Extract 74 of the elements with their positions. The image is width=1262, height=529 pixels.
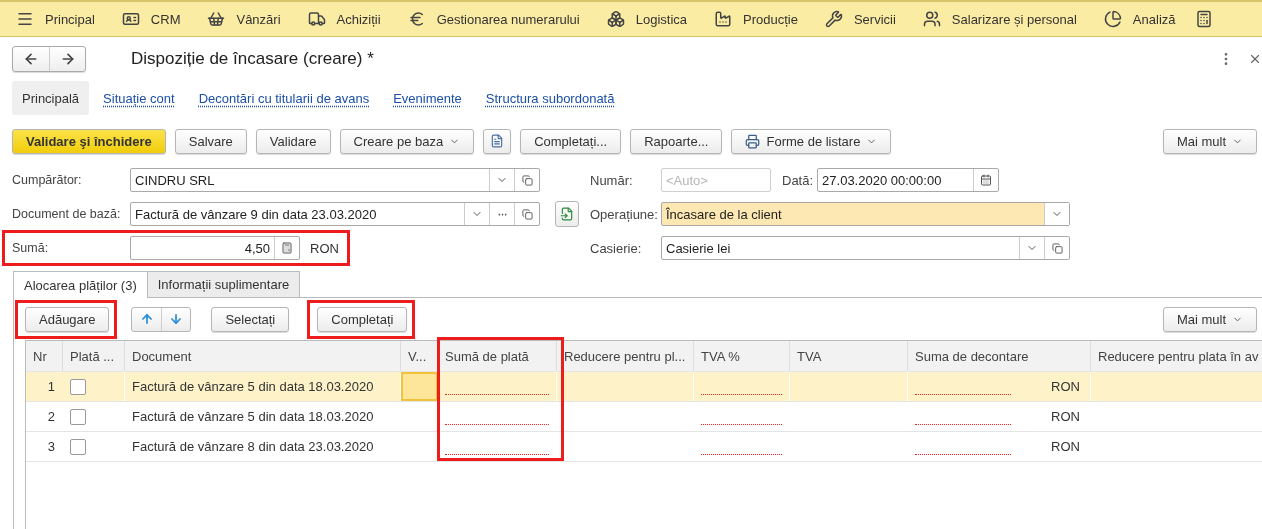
table-cell: RON <box>1051 379 1080 394</box>
toolbar-button[interactable]: Completați <box>317 306 408 332</box>
checkbox[interactable] <box>70 408 86 425</box>
tab[interactable]: Informații suplimentare <box>146 271 301 297</box>
table-cell-text: Factură de vânzare 8 din data 23.03.2020 <box>131 438 375 456</box>
toolbar-button[interactable]: Validare <box>255 128 331 154</box>
table-cell-text: 2 <box>46 408 56 426</box>
menu-item[interactable]: Logistica <box>606 10 687 28</box>
menu-item[interactable]: Analiză <box>1103 10 1176 28</box>
section-tab[interactable]: Decontări cu titularii de avans <box>188 81 380 115</box>
table-cell: RON <box>1051 439 1080 454</box>
menu-item[interactable]: Principal <box>16 10 95 28</box>
customer-field[interactable]: CINDRU SRL <box>130 168 540 192</box>
date-label: Dată: <box>782 172 814 188</box>
users-icon <box>922 10 941 28</box>
factory-icon <box>714 10 732 28</box>
truck-icon <box>307 10 326 28</box>
section-tab[interactable]: Structura subordonată <box>475 81 625 115</box>
section-tab[interactable]: Principală <box>12 81 90 115</box>
amount-field[interactable]: 4,50 <box>130 236 300 260</box>
euro-icon <box>407 10 426 28</box>
toolbar-button[interactable]: Selectați <box>211 306 290 332</box>
field-label: Document de bază: <box>12 207 122 221</box>
dropdown-icon[interactable] <box>1044 203 1069 225</box>
more-button[interactable]: Mai mult <box>1162 128 1257 154</box>
menu-item[interactable]: Salarizare și personal <box>922 10 1077 28</box>
table-cell-text: 1 <box>46 378 56 396</box>
toolbar-button[interactable]: Salvare <box>174 128 247 154</box>
section-tab[interactable]: Evenimente <box>383 81 472 115</box>
boxes-icon <box>606 10 625 28</box>
menu-item[interactable]: Producție <box>714 10 798 28</box>
cash-desk-field[interactable]: Casierie lei <box>661 236 1070 260</box>
menu-button[interactable]: Creare pe baza <box>339 128 475 154</box>
print-menu-button[interactable]: Forme de listare <box>731 128 892 154</box>
field-label: Casierie: <box>590 240 643 256</box>
fill-from-document-button[interactable] <box>555 201 579 227</box>
field-label: Cumpărător: <box>12 173 83 187</box>
currency-label: RON <box>310 240 339 256</box>
menu-icon <box>16 10 34 28</box>
section-tab[interactable]: Situație cont <box>93 81 185 115</box>
pie-chart-icon <box>1103 10 1122 28</box>
menu-item[interactable]: Achiziții <box>307 10 381 28</box>
table-cell-text: Factură de vânzare 5 din data 18.03.2020 <box>131 408 375 426</box>
close-icon[interactable] <box>1248 52 1262 66</box>
table-cell-text: 3 <box>46 438 56 456</box>
toolbar-button[interactable]: Completați... <box>520 128 622 154</box>
calculator-icon <box>1194 10 1213 28</box>
checkbox[interactable] <box>70 438 86 455</box>
toolbar-button[interactable]: Rapoarte... <box>630 128 723 154</box>
table-cell: RON <box>1051 409 1080 424</box>
tab[interactable]: Alocarea plăților (3) <box>13 271 148 298</box>
basket-icon <box>207 10 226 28</box>
post-and-close-button[interactable]: Validare şi închidere <box>12 128 166 154</box>
menu-item[interactable]: Vânzări <box>207 10 281 28</box>
table-row[interactable]: 1 Factură de vânzare 5 din data 18.03.2020 RON <box>26 372 1262 402</box>
operation-field[interactable]: Încasare de la client <box>661 202 1070 226</box>
field-label: Sumă: <box>12 241 50 255</box>
menu-item[interactable]: Gestionarea numerarului <box>407 10 580 28</box>
checkbox[interactable] <box>70 378 86 395</box>
field-label: Operațiune: <box>590 206 659 222</box>
document-arrow-icon <box>560 207 574 221</box>
id-card-icon <box>121 10 140 28</box>
more-button[interactable]: Mai mult <box>1162 306 1257 332</box>
menu-item[interactable]: CRM <box>121 10 181 28</box>
wrench-icon <box>824 10 843 28</box>
toolbar-button[interactable]: Adăugare <box>25 306 110 332</box>
document-button[interactable] <box>483 128 512 154</box>
base-document-field[interactable]: Factură de vânzare 9 din data 23.03.2020 <box>130 202 540 226</box>
printer-icon <box>745 133 761 149</box>
document-icon <box>490 134 505 148</box>
menu-item[interactable]: Servicii <box>824 10 896 28</box>
date-field[interactable]: 27.03.2020 00:00:00 <box>817 168 1000 192</box>
field-label: Număr: <box>590 172 634 188</box>
window-title: Dispoziție de încasare (creare) * <box>131 49 375 69</box>
